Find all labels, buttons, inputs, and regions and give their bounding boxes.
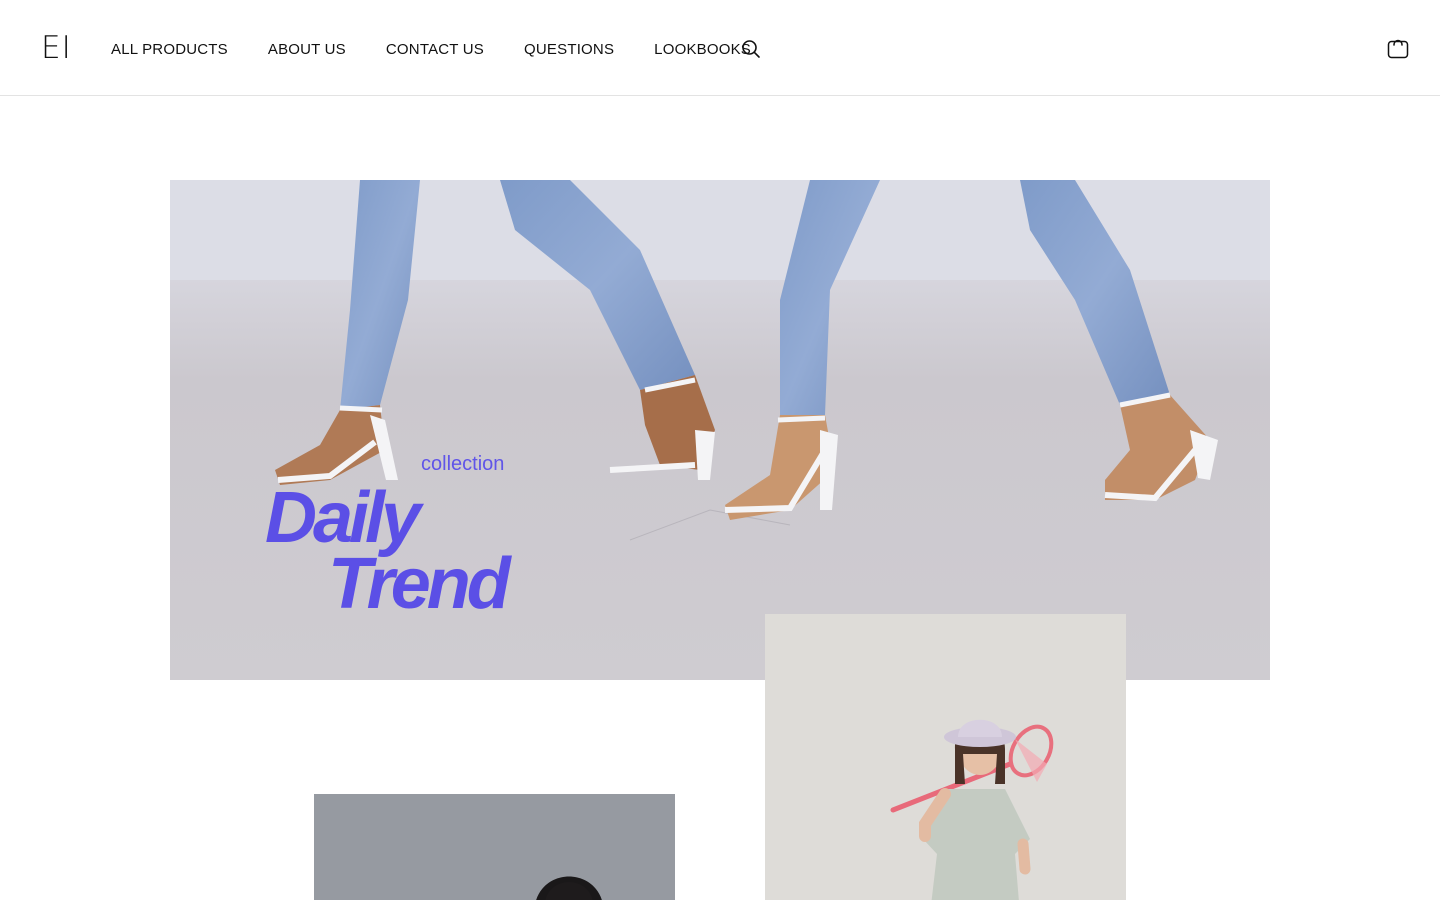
nav-contact-us[interactable]: CONTACT US xyxy=(386,40,484,60)
nav-lookbooks[interactable]: LOOKBOOKS xyxy=(654,40,751,60)
site-header: EI ALL PRODUCTS ABOUT US CONTACT US QUES… xyxy=(0,0,1440,96)
product-image-kid xyxy=(765,614,1126,900)
hero-banner[interactable]: collection Daily Trend xyxy=(170,180,1270,680)
hero-collection-label: collection xyxy=(421,453,505,475)
search-icon[interactable] xyxy=(741,39,761,59)
logo[interactable]: EI xyxy=(41,30,72,66)
nav-questions[interactable]: QUESTIONS xyxy=(524,40,614,60)
product-card-kid[interactable] xyxy=(765,614,1126,900)
product-card-woman[interactable] xyxy=(314,794,675,900)
shopping-bag-icon[interactable] xyxy=(1386,36,1410,60)
nav-all-products[interactable]: ALL PRODUCTS xyxy=(111,40,228,60)
product-image-woman xyxy=(314,794,675,900)
hero-title-line2: Trend xyxy=(328,544,511,624)
nav-about-us[interactable]: ABOUT US xyxy=(268,40,346,60)
main-nav: ALL PRODUCTS ABOUT US CONTACT US QUESTIO… xyxy=(111,40,751,60)
